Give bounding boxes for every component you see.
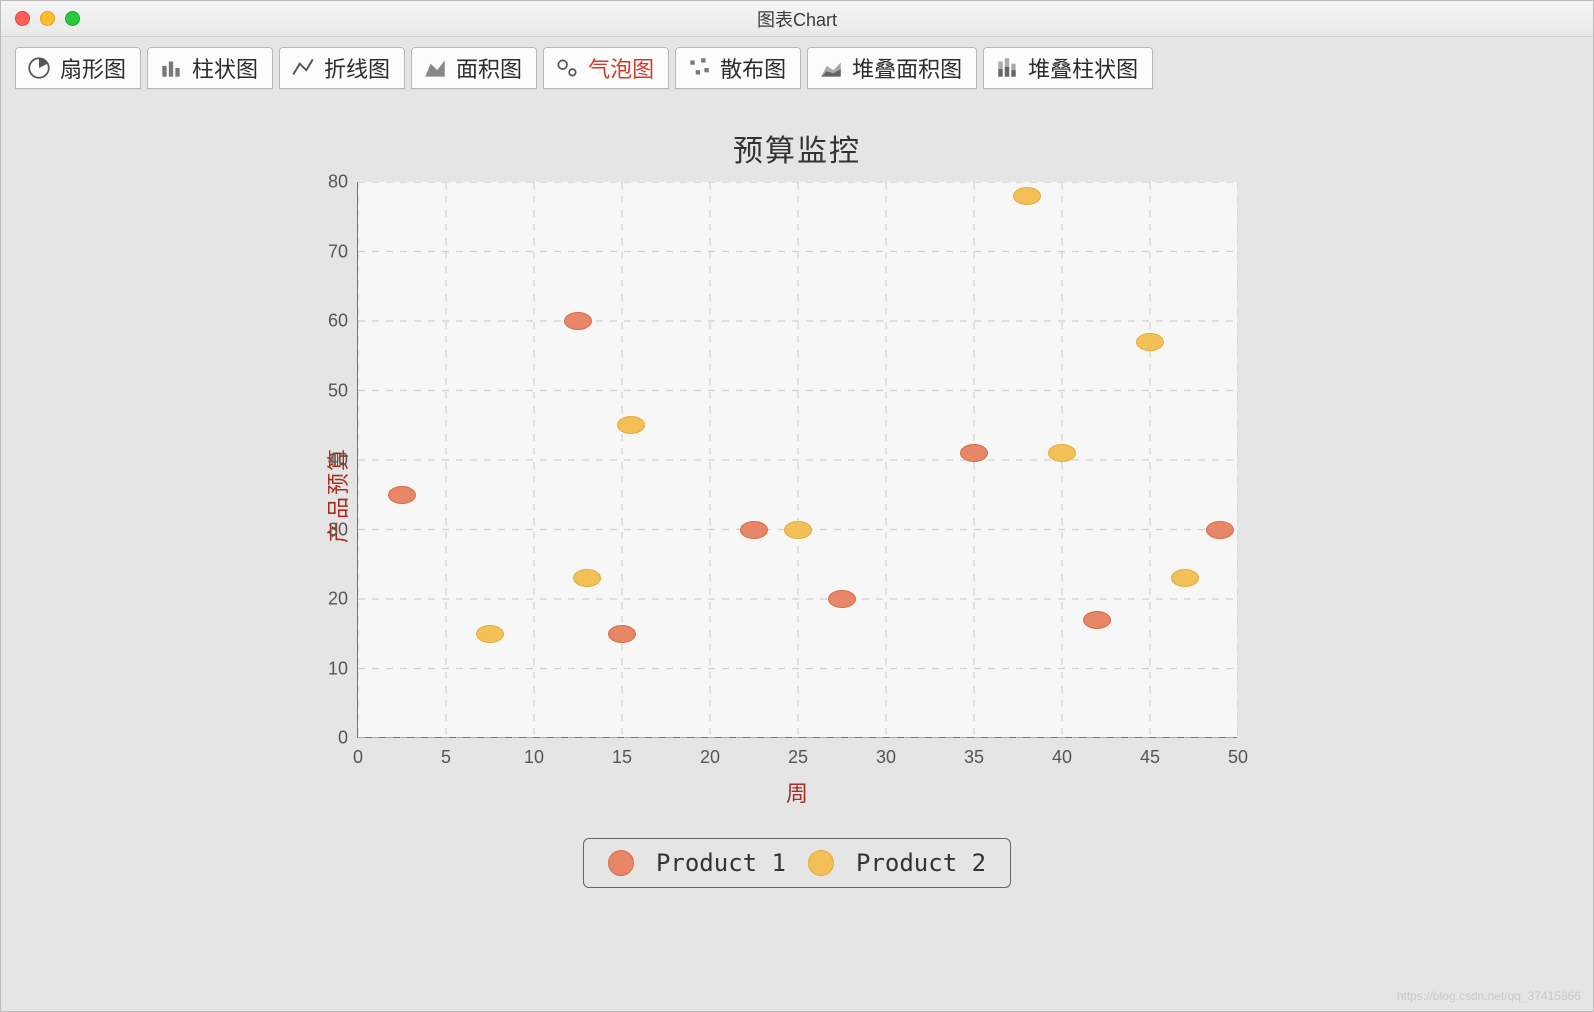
data-point xyxy=(960,444,988,462)
data-point xyxy=(476,625,504,643)
minimize-icon[interactable] xyxy=(40,11,55,26)
x-tick: 20 xyxy=(700,747,720,768)
data-point xyxy=(1048,444,1076,462)
tab-area[interactable]: 面积图 xyxy=(411,47,537,89)
x-tick: 0 xyxy=(353,747,363,768)
tab-label: 扇形图 xyxy=(60,52,126,84)
data-point xyxy=(1083,611,1111,629)
line-chart-icon xyxy=(290,55,316,81)
pie-chart-icon xyxy=(26,55,52,81)
app-window: 图表Chart 扇形图 柱状图 折线图 面积图 气泡图 散布图 堆叠面积图 堆叠柱状图 预算监… xyxy=(0,0,1594,1012)
y-tick: 20 xyxy=(328,589,348,610)
plot-wrap: 产品预算 05101520253035404550010203040506070… xyxy=(357,182,1237,808)
window-title: 图表Chart xyxy=(1,6,1593,32)
maximize-icon[interactable] xyxy=(65,11,80,26)
data-point xyxy=(608,625,636,643)
data-point xyxy=(740,521,768,539)
tab-scatter[interactable]: 散布图 xyxy=(675,47,801,89)
x-tick: 25 xyxy=(788,747,808,768)
data-point xyxy=(1013,187,1041,205)
tab-bar[interactable]: 柱状图 xyxy=(147,47,273,89)
tab-label: 气泡图 xyxy=(588,52,654,84)
legend-swatch-product2 xyxy=(808,850,834,876)
data-point xyxy=(617,416,645,434)
tab-bar: 扇形图 柱状图 折线图 面积图 气泡图 散布图 堆叠面积图 堆叠柱状图 xyxy=(1,37,1593,89)
x-tick: 5 xyxy=(441,747,451,768)
tab-label: 柱状图 xyxy=(192,52,258,84)
close-icon[interactable] xyxy=(15,11,30,26)
titlebar: 图表Chart xyxy=(1,1,1593,37)
y-tick: 60 xyxy=(328,311,348,332)
data-point xyxy=(1136,333,1164,351)
bubble-chart-icon xyxy=(554,55,580,81)
stackbar-chart-icon xyxy=(994,55,1020,81)
data-point xyxy=(828,590,856,608)
chart-title: 预算监控 xyxy=(733,126,861,170)
window-controls xyxy=(15,11,80,26)
legend-label-product1: Product 1 xyxy=(656,849,786,877)
bar-chart-icon xyxy=(158,55,184,81)
tab-line[interactable]: 折线图 xyxy=(279,47,405,89)
tab-label: 堆叠面积图 xyxy=(852,52,962,84)
x-tick: 40 xyxy=(1052,747,1072,768)
tab-stackbar[interactable]: 堆叠柱状图 xyxy=(983,47,1153,89)
data-point xyxy=(1206,521,1234,539)
data-point xyxy=(573,569,601,587)
y-tick: 10 xyxy=(328,658,348,679)
x-tick: 45 xyxy=(1140,747,1160,768)
data-point xyxy=(564,312,592,330)
x-axis-label: 周 xyxy=(357,776,1237,808)
tab-label: 折线图 xyxy=(324,52,390,84)
tab-bubble[interactable]: 气泡图 xyxy=(543,47,669,89)
legend-swatch-product1 xyxy=(608,850,634,876)
x-tick: 35 xyxy=(964,747,984,768)
legend: Product 1 Product 2 xyxy=(583,838,1011,888)
y-tick: 80 xyxy=(328,172,348,193)
tab-label: 散布图 xyxy=(720,52,786,84)
area-chart-icon xyxy=(422,55,448,81)
x-tick: 10 xyxy=(524,747,544,768)
data-point xyxy=(388,486,416,504)
tab-pie[interactable]: 扇形图 xyxy=(15,47,141,89)
tab-label: 堆叠柱状图 xyxy=(1028,52,1138,84)
data-point xyxy=(1171,569,1199,587)
y-tick: 50 xyxy=(328,380,348,401)
y-tick: 70 xyxy=(328,241,348,262)
scatter-chart-icon xyxy=(686,55,712,81)
y-tick: 40 xyxy=(328,450,348,471)
gridlines xyxy=(358,182,1238,738)
stackarea-chart-icon xyxy=(818,55,844,81)
x-tick: 30 xyxy=(876,747,896,768)
y-tick: 30 xyxy=(328,519,348,540)
plot: 0510152025303540455001020304050607080 xyxy=(357,182,1237,738)
x-tick: 15 xyxy=(612,747,632,768)
tab-label: 面积图 xyxy=(456,52,522,84)
data-point xyxy=(784,521,812,539)
watermark: https://blog.csdn.net/qq_37415866 xyxy=(1397,989,1581,1003)
chart-area: 预算监控 产品预算 051015202530354045500102030405… xyxy=(21,96,1573,1001)
tab-stackarea[interactable]: 堆叠面积图 xyxy=(807,47,977,89)
y-tick: 0 xyxy=(338,728,348,749)
x-tick: 50 xyxy=(1228,747,1248,768)
legend-label-product2: Product 2 xyxy=(856,849,986,877)
